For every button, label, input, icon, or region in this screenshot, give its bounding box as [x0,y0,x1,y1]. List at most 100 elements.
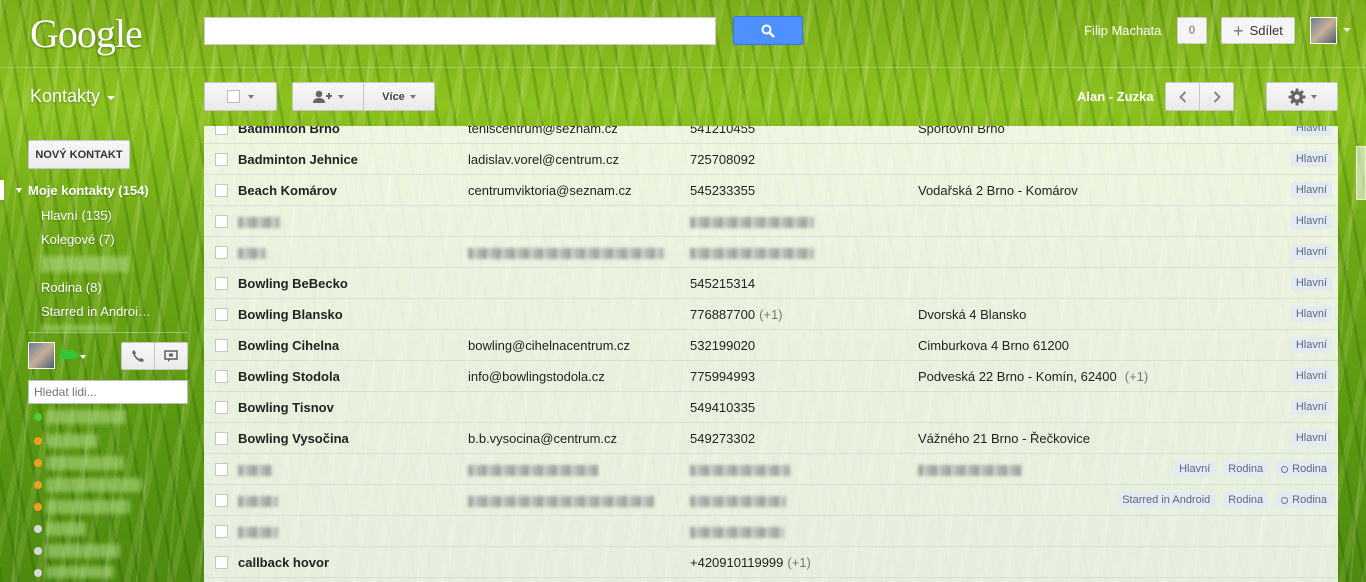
row-checkbox[interactable] [215,463,228,476]
contact-phone[interactable] [690,493,786,508]
contact-name[interactable]: callback hovor [238,555,329,570]
group-tag[interactable]: Hlavní [1174,461,1216,477]
contact-email[interactable]: teniscentrum@seznam.cz [468,126,618,136]
table-row[interactable]: Hlavní Rodina Rodina [204,454,1338,485]
chat-contact[interactable] [46,478,142,492]
contact-address[interactable]: Sportovní Brno [918,126,1005,136]
contact-phone[interactable]: 532199020 [690,338,755,353]
group-tag[interactable]: Hlavní [1290,151,1332,167]
contact-email[interactable]: bowling@cihelnacentrum.cz [468,338,630,353]
table-row[interactable]: Bowling Cihelna bowling@cihelnacentrum.cz… [204,330,1338,361]
contact-name[interactable] [238,462,272,477]
chevron-down-icon[interactable] [80,355,86,359]
next-page-button[interactable] [1199,82,1234,111]
group-tag[interactable]: Rodina [1276,492,1332,508]
new-contact-button[interactable]: NOVÝ KONTAKT [28,140,130,169]
chat-contact[interactable] [46,410,126,424]
sidebar-item-hidden[interactable] [41,256,129,272]
contact-name[interactable] [238,493,278,508]
contact-email[interactable]: centrumviktoria@seznam.cz [468,183,631,198]
group-tag[interactable]: Hlavní [1290,430,1332,446]
contact-address[interactable] [918,462,1022,477]
contact-address[interactable]: Vodařská 2 Brno - Komárov [918,183,1078,198]
row-checkbox[interactable] [215,215,228,228]
row-checkbox[interactable] [215,339,228,352]
account-chevron-down-icon[interactable] [1343,28,1351,32]
row-checkbox[interactable] [215,432,228,445]
sidebar-item-my-contacts[interactable]: Moje kontakty (154) [16,183,149,198]
row-checkbox[interactable] [215,184,228,197]
video-chat-button[interactable] [154,342,188,370]
group-tag[interactable]: Hlavní [1290,399,1332,415]
sidebar-item-hlavni[interactable]: Hlavní (135) [41,208,112,223]
add-to-group-button[interactable] [292,82,364,111]
contact-name[interactable]: Badminton Jehnice [238,152,358,167]
group-tag[interactable]: Hlavní [1290,213,1332,229]
group-tag[interactable]: Hlavní [1290,126,1332,136]
group-tag[interactable]: Hlavní [1290,306,1332,322]
user-name[interactable]: Filip Machata [1084,23,1161,38]
contact-phone[interactable]: 549410335 [690,400,755,415]
chat-contact[interactable] [46,566,114,578]
contact-email[interactable] [468,245,664,260]
row-checkbox[interactable] [215,126,228,135]
scrollbar-thumb[interactable] [1356,146,1366,200]
chat-contact[interactable] [46,456,124,470]
group-tag[interactable]: Rodina [1223,492,1269,508]
group-tag[interactable]: Hlavní [1290,244,1332,260]
select-all-checkbox[interactable] [227,90,240,103]
chat-contact[interactable] [46,522,86,536]
contact-phone[interactable]: 776887700 (+1) [690,307,783,322]
table-row[interactable]: Bowling Vysočina b.b.vysocina@centrum.cz 5… [204,423,1338,454]
contact-name[interactable]: Badminton Brno [238,126,340,136]
contact-phone[interactable]: 545233355 [690,183,755,198]
table-row[interactable]: Starred in Android Rodina Rodina [204,485,1338,516]
chat-contact[interactable] [46,434,98,448]
more-button[interactable]: Více [363,82,435,111]
table-row[interactable]: Hlavní [204,206,1338,237]
contact-name[interactable]: Bowling Vysočina [238,431,349,446]
call-phone-button[interactable] [121,342,155,370]
contact-phone[interactable] [690,462,790,477]
contact-address[interactable]: Dvorská 4 Blansko [918,307,1026,322]
row-checkbox[interactable] [215,556,228,569]
notifications-button[interactable]: 0 [1177,17,1207,44]
row-checkbox[interactable] [215,494,228,507]
contact-name[interactable]: Bowling Cihelna [238,338,339,353]
group-tag[interactable]: Starred in Android [1117,492,1216,508]
table-row[interactable]: Hlavní [204,237,1338,268]
table-row[interactable]: Bowling BeBecko 545215314 Hlavní [204,268,1338,299]
table-row[interactable]: callback hovor +420910119999 (+1) [204,547,1338,578]
row-checkbox[interactable] [215,401,228,414]
people-search-input[interactable] [28,380,188,404]
previous-page-button[interactable] [1165,82,1200,111]
chat-contact[interactable] [46,500,130,514]
group-tag[interactable]: Hlavní [1290,275,1332,291]
account-avatar[interactable] [1310,17,1337,44]
sidebar-item-starred-android[interactable]: Starred in Androi… [41,304,151,319]
contact-name[interactable]: Bowling Tisnov [238,400,334,415]
contact-email[interactable]: ladislav.vorel@centrum.cz [468,152,619,167]
group-tag[interactable]: Hlavní [1290,337,1332,353]
table-row[interactable]: Bowling Tisnov 549410335 Hlavní [204,392,1338,423]
row-checkbox[interactable] [215,153,228,166]
row-checkbox[interactable] [215,277,228,290]
chat-contact[interactable] [46,544,120,558]
table-row[interactable]: Badminton Jehnice ladislav.vorel@centrum.… [204,144,1338,175]
contact-email[interactable] [468,462,598,477]
table-row[interactable]: Beach Komárov centrumviktoria@seznam.cz 54… [204,175,1338,206]
search-button[interactable] [733,16,803,45]
search-input[interactable] [204,17,716,45]
sidebar-item-kolegove[interactable]: Kolegové (7) [41,232,115,247]
contact-name[interactable] [238,245,266,260]
table-row[interactable]: Bowling Stodola info@bowlingstodola.cz 775… [204,361,1338,392]
contact-name[interactable] [238,214,280,229]
contact-phone[interactable]: 775994993 [690,369,755,384]
row-checkbox[interactable] [215,246,228,259]
contact-email[interactable]: info@bowlingstodola.cz [468,369,605,384]
table-row[interactable]: Badminton Brno teniscentrum@seznam.cz 5412… [204,126,1338,144]
sidebar-item-hidden[interactable] [41,325,113,331]
contact-phone[interactable]: 545215314 [690,276,755,291]
select-button[interactable] [204,82,277,111]
video-status-icon[interactable] [60,350,74,359]
